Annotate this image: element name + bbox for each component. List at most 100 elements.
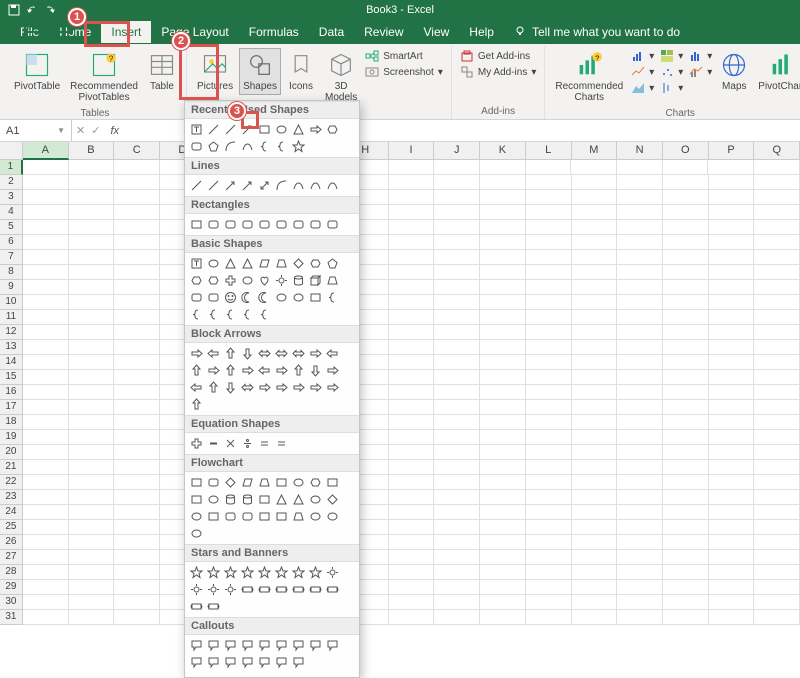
row-header[interactable]: 3 — [0, 190, 23, 205]
shape-glyph[interactable] — [189, 397, 204, 412]
shape-glyph[interactable] — [206, 565, 221, 580]
column-header[interactable]: P — [709, 142, 755, 160]
cell[interactable] — [617, 205, 663, 220]
cell[interactable] — [663, 490, 709, 505]
cell[interactable] — [617, 445, 663, 460]
shape-glyph[interactable] — [257, 582, 272, 597]
shape-glyph[interactable] — [325, 217, 340, 232]
cell[interactable] — [754, 550, 800, 565]
shape-glyph[interactable] — [189, 256, 204, 271]
cell[interactable] — [480, 475, 526, 490]
cell[interactable] — [617, 385, 663, 400]
row-header[interactable]: 28 — [0, 565, 23, 580]
cell[interactable] — [114, 175, 160, 190]
cell[interactable] — [572, 235, 618, 250]
shape-glyph[interactable] — [189, 307, 204, 322]
cell[interactable] — [434, 460, 480, 475]
cell[interactable] — [754, 610, 800, 625]
spreadsheet-grid[interactable]: ABCDEFGHIJKLMNOPQ 1234567891011121314151… — [0, 142, 800, 625]
cell[interactable] — [708, 160, 754, 175]
shape-glyph[interactable] — [240, 380, 255, 395]
cell[interactable] — [709, 175, 755, 190]
shape-glyph[interactable] — [223, 475, 238, 490]
cell[interactable] — [114, 265, 160, 280]
cell[interactable] — [69, 325, 115, 340]
cell[interactable] — [23, 340, 69, 355]
chart-bar-button[interactable]: ▾ — [629, 48, 656, 64]
cell[interactable] — [389, 550, 435, 565]
save-icon[interactable] — [8, 4, 20, 16]
row-header[interactable]: 23 — [0, 490, 23, 505]
shape-glyph[interactable] — [189, 526, 204, 541]
shape-glyph[interactable] — [274, 122, 289, 137]
row-header[interactable]: 26 — [0, 535, 23, 550]
cell[interactable] — [754, 535, 800, 550]
cell[interactable] — [434, 415, 480, 430]
shape-glyph[interactable] — [325, 363, 340, 378]
cell[interactable] — [69, 160, 115, 175]
shape-glyph[interactable] — [257, 380, 272, 395]
shape-glyph[interactable] — [291, 346, 306, 361]
shape-glyph[interactable] — [257, 217, 272, 232]
cell[interactable] — [480, 535, 526, 550]
cell[interactable] — [23, 205, 69, 220]
cell[interactable] — [434, 160, 480, 175]
chart-combo-button[interactable]: ▾ — [687, 64, 714, 80]
cell[interactable] — [23, 250, 69, 265]
cell[interactable] — [754, 355, 800, 370]
shape-glyph[interactable] — [274, 380, 289, 395]
cell[interactable] — [709, 385, 755, 400]
cell[interactable] — [114, 580, 160, 595]
cell[interactable] — [389, 580, 435, 595]
cell[interactable] — [114, 370, 160, 385]
cell[interactable] — [114, 400, 160, 415]
cell[interactable] — [480, 355, 526, 370]
cell[interactable] — [754, 295, 800, 310]
shape-glyph[interactable] — [325, 582, 340, 597]
shape-glyph[interactable] — [189, 273, 204, 288]
row-header[interactable]: 7 — [0, 250, 23, 265]
cell[interactable] — [434, 370, 480, 385]
cell[interactable] — [434, 535, 480, 550]
cell[interactable] — [709, 505, 755, 520]
cell[interactable] — [709, 295, 755, 310]
shape-glyph[interactable] — [308, 122, 323, 137]
cell[interactable] — [114, 385, 160, 400]
cell[interactable] — [572, 565, 618, 580]
cell[interactable] — [69, 610, 115, 625]
shape-glyph[interactable] — [257, 122, 272, 137]
cell[interactable] — [434, 565, 480, 580]
cell[interactable] — [526, 190, 572, 205]
cell[interactable] — [663, 235, 709, 250]
pictures-button[interactable]: Pictures — [193, 48, 237, 95]
cell[interactable] — [617, 535, 663, 550]
shape-glyph[interactable] — [240, 363, 255, 378]
cell[interactable] — [572, 205, 618, 220]
cell[interactable] — [389, 385, 435, 400]
cell[interactable] — [663, 610, 709, 625]
shape-glyph[interactable] — [291, 139, 306, 154]
cell[interactable] — [754, 175, 800, 190]
cell[interactable] — [434, 355, 480, 370]
row-header[interactable]: 27 — [0, 550, 23, 565]
cell[interactable] — [754, 460, 800, 475]
shape-glyph[interactable] — [240, 346, 255, 361]
cell[interactable] — [434, 610, 480, 625]
fx-icon[interactable]: fx — [106, 125, 123, 137]
shape-glyph[interactable] — [240, 290, 255, 305]
cell[interactable] — [617, 505, 663, 520]
cell[interactable] — [114, 190, 160, 205]
shape-glyph[interactable] — [206, 436, 221, 451]
cell[interactable] — [389, 460, 435, 475]
cell[interactable] — [23, 580, 69, 595]
cell[interactable] — [663, 460, 709, 475]
cell[interactable] — [69, 370, 115, 385]
cell[interactable] — [572, 220, 618, 235]
chart-stat-button[interactable]: ▾ — [687, 48, 714, 64]
cell[interactable] — [114, 445, 160, 460]
recommended-pivot-button[interactable]: ? Recommended PivotTables — [66, 48, 142, 106]
column-header[interactable]: Q — [754, 142, 800, 160]
cell[interactable] — [572, 490, 618, 505]
cell[interactable] — [754, 265, 800, 280]
cell[interactable] — [434, 220, 480, 235]
